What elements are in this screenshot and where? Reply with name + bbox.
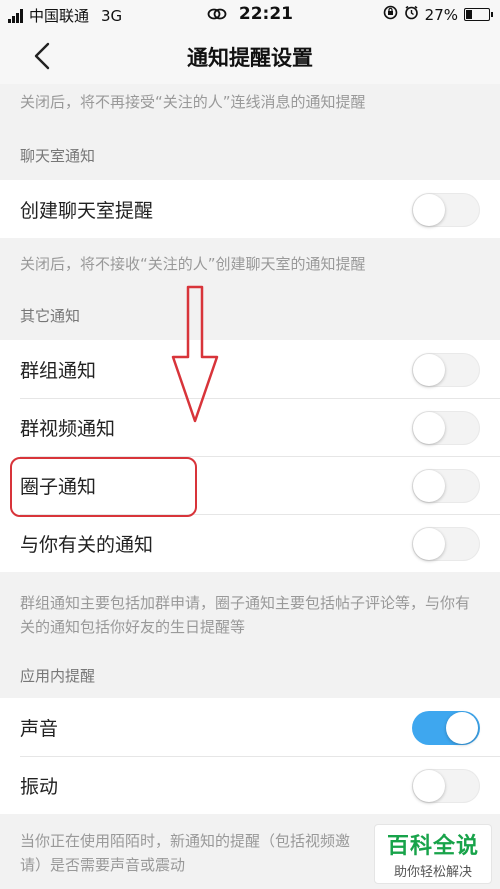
sync-icon <box>207 6 227 26</box>
battery-percent: 27% <box>424 5 458 24</box>
toggle-knob <box>413 528 445 560</box>
battery-icon <box>464 8 493 21</box>
other-card: 群组通知 群视频通知 圈子通知 与你有关的通知 <box>0 340 500 572</box>
settings-row-sound: 声音 <box>0 698 500 756</box>
row-label: 振动 <box>20 776 59 798</box>
row-label: 与你有关的通知 <box>20 534 154 556</box>
section-header-chatroom: 聊天室通知 <box>20 147 96 165</box>
settings-row-related-notice: 与你有关的通知 <box>0 514 500 572</box>
section-header-other: 其它通知 <box>20 307 81 325</box>
chatroom-card: 创建聊天室提醒 <box>0 180 500 238</box>
toggle-switch[interactable] <box>412 527 480 561</box>
toggle-switch[interactable] <box>412 411 480 445</box>
toggle-knob <box>413 470 445 502</box>
battery-fill <box>466 10 473 19</box>
highlight-box <box>10 457 197 517</box>
settings-row-group-notice: 群组通知 <box>0 340 500 398</box>
rotation-lock-icon <box>383 5 398 24</box>
row-label: 声音 <box>20 718 59 740</box>
toggle-knob <box>413 354 445 386</box>
toggle-knob <box>446 712 478 744</box>
status-bar: 中国联通 3G 22:21 27% <box>0 0 500 28</box>
nav-bar: 通知提醒设置 <box>0 28 500 84</box>
toggle-knob <box>413 770 445 802</box>
toggle-knob <box>413 194 445 226</box>
toggle-switch[interactable] <box>412 711 480 745</box>
toggle-switch[interactable] <box>412 193 480 227</box>
toggle-switch[interactable] <box>412 469 480 503</box>
watermark-subtitle: 助你轻松解决 <box>393 865 472 880</box>
down-arrow-icon <box>171 285 219 423</box>
section-header-in-app: 应用内提醒 <box>20 667 96 685</box>
in-app-card: 声音 振动 <box>0 698 500 814</box>
note-followed-live: 关闭后，将不再接受“关注的人”连线消息的通知提醒 <box>20 93 366 111</box>
note-chatroom: 关闭后，将不接收“关注的人”创建聊天室的通知提醒 <box>20 255 366 273</box>
alarm-icon <box>404 5 419 24</box>
status-time: 22:21 <box>238 4 294 24</box>
page-title: 通知提醒设置 <box>187 46 313 70</box>
row-label: 创建聊天室提醒 <box>20 200 154 222</box>
row-label: 群视频通知 <box>20 418 116 440</box>
row-label: 群组通知 <box>20 360 97 382</box>
watermark-title: 百科全说 <box>386 834 479 859</box>
watermark-logo: 百科全说 助你轻松解决 <box>374 824 492 884</box>
settings-row-create-chatroom: 创建聊天室提醒 <box>0 180 500 238</box>
status-right: 27% <box>383 5 493 24</box>
settings-row-group-video-notice: 群视频通知 <box>0 398 500 456</box>
settings-row-vibrate: 振动 <box>0 756 500 814</box>
toggle-switch[interactable] <box>412 353 480 387</box>
note-other: 群组通知主要包括加群申请，圈子通知主要包括帖子评论等，与你有关的通知包括你好友的… <box>20 594 471 636</box>
toggle-switch[interactable] <box>412 769 480 803</box>
toggle-knob <box>413 412 445 444</box>
note-in-app: 当你正在使用陌陌时，新通知的提醒（包括视频邀请）是否需要声音或震动 <box>20 832 351 874</box>
